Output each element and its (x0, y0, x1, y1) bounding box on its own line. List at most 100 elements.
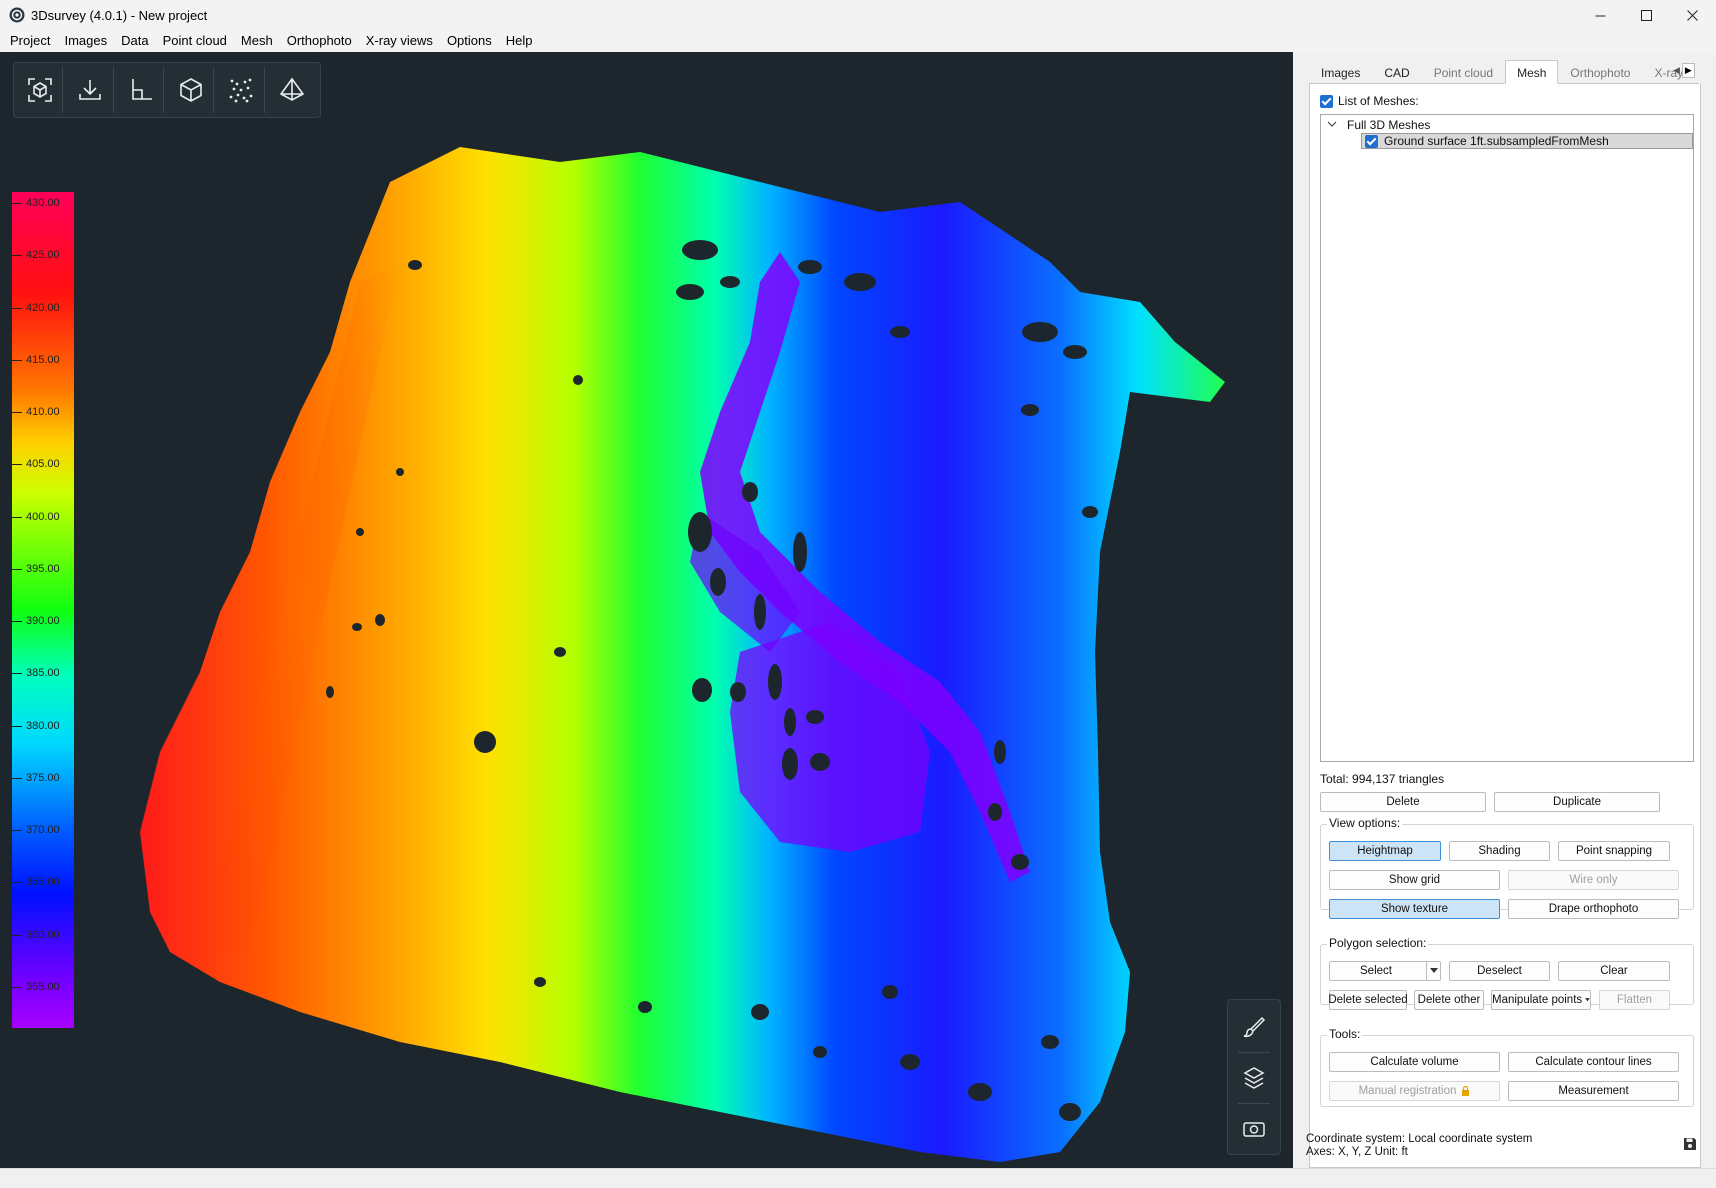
viewport-side-tools (1227, 999, 1281, 1155)
axes-button[interactable] (119, 67, 164, 113)
polygon-selection-title: Polygon selection: (1327, 936, 1429, 950)
heightmap-button[interactable]: Heightmap (1329, 841, 1441, 861)
viewport-toolbar (13, 62, 321, 118)
legend-tick (12, 621, 22, 622)
menu-orthophoto[interactable]: Orthophoto (280, 30, 359, 52)
menu-point-cloud[interactable]: Point cloud (156, 30, 234, 52)
calculate-contour-lines-button[interactable]: Calculate contour lines (1508, 1052, 1679, 1072)
legend-tick (12, 830, 22, 831)
delete-selected-button[interactable]: Delete selected (1328, 990, 1408, 1010)
pyramid-button[interactable] (270, 67, 315, 113)
select-button[interactable]: Select (1329, 961, 1441, 981)
tab-cad[interactable]: CAD (1372, 60, 1421, 84)
legend-tick (12, 882, 22, 883)
manual-registration-button[interactable]: Manual registration (1329, 1081, 1500, 1101)
legend-tick (12, 569, 22, 570)
axes-icon (132, 79, 152, 100)
legend-label: 415.00 (26, 354, 60, 366)
deselect-button[interactable]: Deselect (1449, 961, 1550, 981)
tab-images[interactable]: Images (1309, 60, 1372, 84)
legend-label: 410.00 (26, 406, 60, 418)
heightmap-mesh[interactable] (0, 52, 1293, 1168)
legend-label: 370.00 (26, 824, 60, 836)
show-texture-button[interactable]: Show texture (1329, 899, 1500, 919)
legend-tick (12, 935, 22, 936)
legend-label: 400.00 (26, 511, 60, 523)
panel-tabs: Images CAD Point cloud Mesh Orthophoto X… (1309, 60, 1699, 84)
menu-help[interactable]: Help (499, 30, 540, 52)
show-grid-button[interactable]: Show grid (1329, 870, 1500, 890)
delete-button[interactable]: Delete (1320, 792, 1486, 812)
tab-point-cloud[interactable]: Point cloud (1422, 60, 1505, 84)
wire-only-button[interactable]: Wire only (1508, 870, 1679, 890)
download-button[interactable] (68, 67, 114, 113)
mesh-list-item[interactable]: Ground surface 1ft.subsampledFromMesh (1361, 133, 1693, 149)
legend-label: 375.00 (26, 772, 60, 784)
clear-button[interactable]: Clear (1558, 961, 1670, 981)
menu-options[interactable]: Options (440, 30, 499, 52)
point-snapping-button[interactable]: Point snapping (1558, 841, 1670, 861)
camera-icon (1243, 1122, 1265, 1137)
legend-tick (12, 987, 22, 988)
scroll-left-icon[interactable]: ◀ (1673, 65, 1680, 76)
point-scatter-icon (230, 78, 253, 103)
3d-viewport[interactable]: 430.00 425.00 420.00 415.00 410.00 405.00 400.… (0, 52, 1293, 1168)
manipulate-points-button[interactable]: Manipulate points (1491, 990, 1591, 1010)
mesh-item-label: Ground surface 1ft.subsampledFromMesh (1384, 134, 1609, 148)
view-options-group (1320, 824, 1694, 910)
tree-group-label: Full 3D Meshes (1347, 118, 1431, 132)
legend-label: 430.00 (26, 197, 60, 209)
camera-button[interactable] (1228, 1104, 1280, 1154)
axes-unit-label: Axes: X, Y, Z Unit: ft (1306, 1146, 1408, 1158)
legend-tick (12, 308, 22, 309)
menu-mesh[interactable]: Mesh (234, 30, 280, 52)
manual-registration-label: Manual registration (1358, 1085, 1457, 1097)
drape-orthophoto-button[interactable]: Drape orthophoto (1508, 899, 1679, 919)
point-scatter-button[interactable] (219, 67, 265, 113)
minimize-button[interactable] (1577, 0, 1623, 30)
close-button[interactable] (1669, 0, 1715, 30)
menu-data[interactable]: Data (114, 30, 155, 52)
menu-project[interactable]: Project (3, 30, 57, 52)
focus-view-button[interactable] (18, 67, 64, 113)
list-of-meshes-checkbox[interactable] (1320, 94, 1333, 108)
shading-button[interactable]: Shading (1449, 841, 1550, 861)
legend-label: 385.00 (26, 667, 60, 679)
tree-group-full-3d-meshes[interactable]: Full 3D Meshes (1327, 117, 1430, 133)
legend-tick (12, 778, 22, 779)
cube-button[interactable] (169, 67, 215, 113)
flatten-button[interactable]: Flatten (1599, 990, 1670, 1010)
chevron-down-icon[interactable] (1426, 962, 1440, 980)
cube-icon (180, 78, 202, 102)
delete-other-button[interactable]: Delete other (1414, 990, 1484, 1010)
maximize-button[interactable] (1623, 0, 1669, 30)
mesh-tree[interactable]: Full 3D Meshes Ground surface 1ft.subsam… (1320, 114, 1694, 762)
save-icon[interactable] (1683, 1137, 1697, 1151)
legend-label: 360.00 (26, 929, 60, 941)
status-bar (0, 1168, 1716, 1188)
layers-button[interactable] (1228, 1053, 1280, 1103)
menu-images[interactable]: Images (57, 30, 114, 52)
legend-label: 425.00 (26, 249, 60, 261)
menu-x-ray-views[interactable]: X-ray views (359, 30, 440, 52)
list-of-meshes-toggle[interactable]: List of Meshes: (1320, 94, 1419, 108)
legend-label: 405.00 (26, 458, 60, 470)
tab-orthophoto[interactable]: Orthophoto (1558, 60, 1642, 84)
chevron-down-icon[interactable] (1327, 119, 1343, 132)
select-button-label: Select (1360, 965, 1392, 977)
tab-mesh[interactable]: Mesh (1505, 60, 1559, 84)
properties-panel: Images CAD Point cloud Mesh Orthophoto X… (1293, 52, 1716, 1168)
duplicate-button[interactable]: Duplicate (1494, 792, 1660, 812)
calculate-volume-button[interactable]: Calculate volume (1329, 1052, 1500, 1072)
brush-button[interactable] (1228, 1002, 1280, 1052)
measurement-button[interactable]: Measurement (1508, 1081, 1679, 1101)
mesh-visibility-checkbox[interactable] (1365, 134, 1378, 148)
download-icon (79, 80, 102, 100)
list-of-meshes-label: List of Meshes: (1338, 94, 1419, 108)
manipulate-points-label: Manipulate points (1492, 994, 1583, 1006)
title-bar: 3Dsurvey (4.0.1) - New project (0, 0, 1716, 30)
legend-tick (12, 360, 22, 361)
legend-tick (12, 203, 22, 204)
legend-tick (12, 464, 22, 465)
scroll-right-icon[interactable]: ▶ (1681, 62, 1695, 78)
